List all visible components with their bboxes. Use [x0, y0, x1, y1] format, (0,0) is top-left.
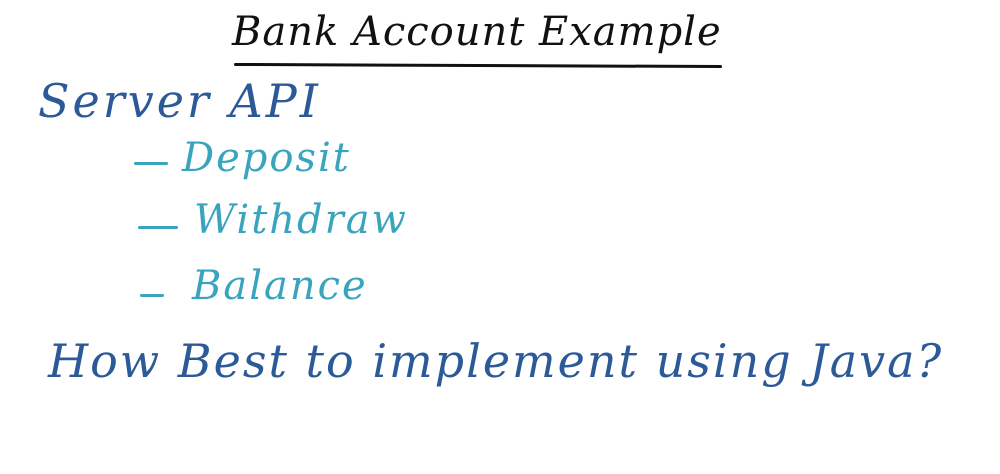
section-heading: Server API [38, 74, 321, 128]
list-item-label: Balance [192, 263, 368, 309]
question-text: How Best to implement using Java? [48, 334, 944, 388]
list-dash [134, 162, 168, 165]
title-underline [233, 62, 723, 69]
list-item-label: Withdraw [194, 197, 408, 243]
list-item-label: Deposit [182, 135, 351, 181]
whiteboard-canvas: Bank Account Example Server API Deposit … [0, 0, 1000, 474]
page-title: Bank Account Example [232, 9, 722, 55]
list-dash [140, 294, 164, 297]
list-dash [138, 226, 178, 229]
